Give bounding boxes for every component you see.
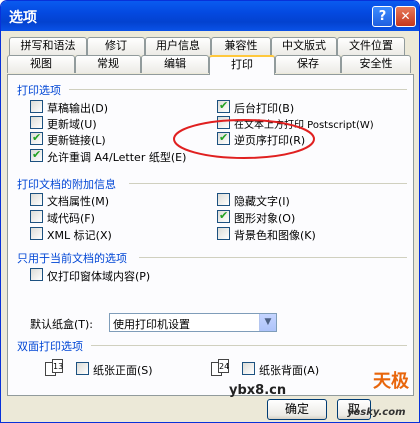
duplex-front-pages-icon: 13 — [45, 359, 67, 377]
divider — [129, 183, 407, 184]
divider — [91, 345, 407, 346]
checkbox-box — [30, 268, 43, 281]
divider — [69, 89, 407, 90]
check-mark-icon: ✔ — [32, 131, 42, 144]
divider — [139, 257, 407, 258]
check-mark-icon: ✔ — [219, 99, 229, 112]
tab-file-locations[interactable]: 文件位置 — [337, 37, 405, 55]
highlight-ellipse-annotation — [173, 119, 315, 159]
ok-button[interactable]: 确定 — [267, 399, 327, 420]
checkbox-box — [30, 116, 43, 129]
print-options-heading: 打印选项 — [17, 84, 61, 97]
duplex-back-pages-icon: 24 — [211, 359, 233, 377]
tab-compatibility[interactable]: 兼容性 — [211, 37, 271, 55]
doc-extras-heading: 打印文档的附加信息 — [17, 178, 116, 191]
tab-general[interactable]: 常规 — [75, 55, 141, 73]
checkbox-box: ✔ — [30, 131, 43, 145]
help-button[interactable]: ? — [372, 6, 393, 27]
tab-asian-layout[interactable]: 中文版式 — [271, 37, 337, 55]
tab-revisions[interactable]: 修订 — [87, 37, 145, 55]
checkbox-box — [76, 362, 89, 375]
checkbox-box: ✔ — [217, 99, 230, 113]
options-dialog: 选项 ? ✕ 拼写和语法 修订 用户信息 兼容性 中文版式 文件位置 视图 常规… — [0, 0, 420, 423]
tab-view[interactable]: 视图 — [7, 55, 75, 73]
checkbox-box — [242, 362, 255, 375]
watermark-site: ybx8.cn — [229, 383, 287, 398]
tab-security[interactable]: 安全性 — [341, 55, 411, 73]
check-mark-icon: ✔ — [219, 209, 229, 222]
tab-print[interactable]: 打印 — [209, 55, 275, 75]
check-mark-icon: ✔ — [32, 148, 42, 161]
current-doc-heading: 只用于当前文档的选项 — [17, 252, 127, 265]
title-bar[interactable]: 选项 ? ✕ — [1, 1, 419, 31]
duplex-heading: 双面打印选项 — [17, 340, 83, 353]
checkbox-box — [30, 100, 43, 113]
watermark-site-yesky: yesky.com — [347, 407, 406, 418]
close-button[interactable]: ✕ — [395, 6, 416, 27]
checkbox-box: ✔ — [217, 209, 230, 223]
checkbox-box — [30, 210, 43, 223]
checkbox-box — [217, 227, 230, 240]
default-tray-label: 默认纸盒(T): — [30, 318, 94, 331]
chevron-down-icon[interactable]: ▼ — [259, 314, 276, 331]
checkbox-box — [30, 193, 43, 206]
default-tray-select[interactable]: 使用打印机设置 ▼ — [109, 313, 277, 332]
checkbox-box — [217, 193, 230, 206]
tab-spelling[interactable]: 拼写和语法 — [9, 37, 87, 55]
tab-save[interactable]: 保存 — [275, 55, 341, 73]
tab-edit[interactable]: 编辑 — [141, 55, 209, 73]
checkbox-box — [30, 227, 43, 240]
checkbox-box: ✔ — [30, 148, 43, 162]
watermark-brand: 天极 — [373, 371, 409, 392]
tab-user-info[interactable]: 用户信息 — [145, 37, 211, 55]
window-title: 选项 — [9, 10, 37, 26]
